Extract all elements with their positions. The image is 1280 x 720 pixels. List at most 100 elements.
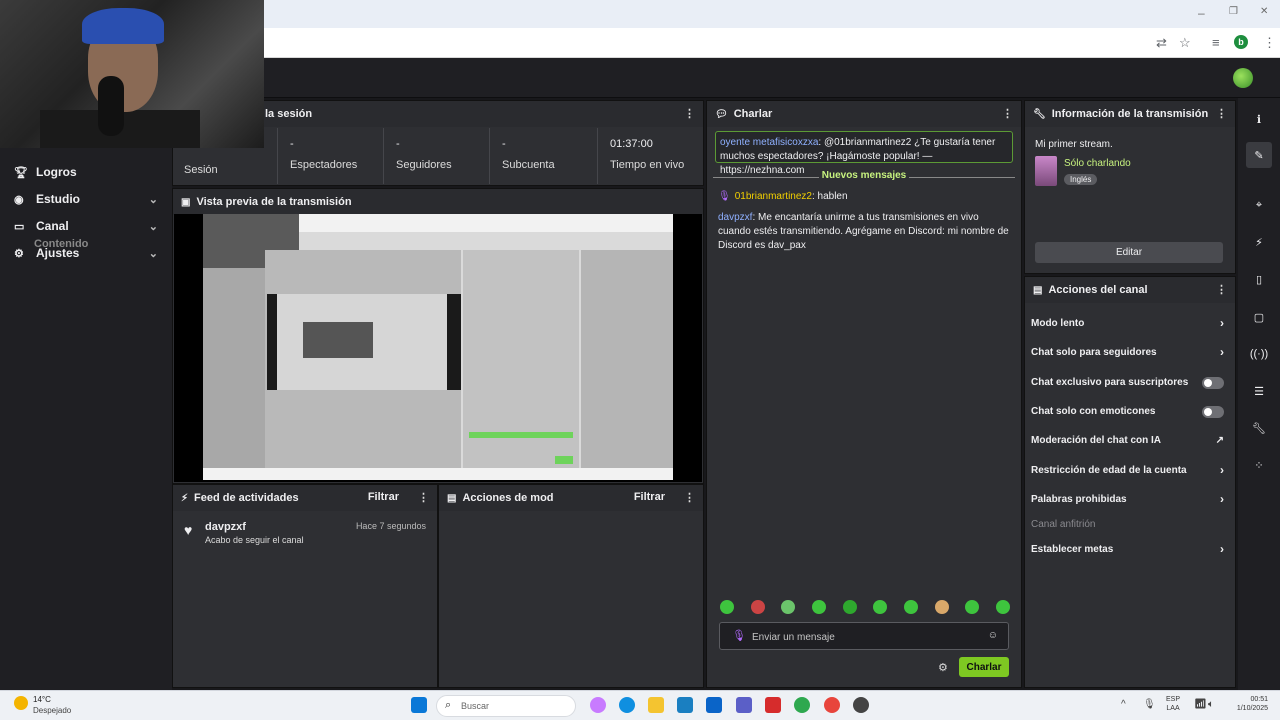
activity-panel: ⚡︎ Feed de actividades Filtrar ⋮ bbox=[172, 484, 438, 688]
list-icon[interactable]: ☰ bbox=[1246, 378, 1272, 404]
taskbar-clock[interactable]: 00:51 1/10/2025 bbox=[1222, 695, 1268, 713]
sidebar-item-canal[interactable]: ▭ Canal ⌄ bbox=[0, 213, 172, 239]
emote-icon[interactable] bbox=[720, 600, 734, 614]
weather-sun-icon[interactable] bbox=[14, 696, 28, 710]
taskbar-search[interactable]: ⌕ Buscar bbox=[436, 695, 576, 717]
action-palabras-prohibidas[interactable]: Palabras prohibidas › bbox=[1024, 489, 1234, 513]
language-tag: Inglés bbox=[1064, 174, 1098, 185]
chevron-down-icon: ⌄ bbox=[148, 193, 158, 206]
emote-icon[interactable] bbox=[781, 600, 796, 614]
webcam-microphone bbox=[98, 76, 124, 136]
emote-icon[interactable] bbox=[965, 600, 980, 614]
bolt-icon[interactable]: ⚡︎ bbox=[1246, 229, 1272, 255]
profile-avatar[interactable]: b bbox=[1234, 35, 1248, 49]
subscribers-only-toggle[interactable] bbox=[1202, 377, 1224, 389]
close-icon[interactable]: ✕ bbox=[1260, 6, 1268, 17]
stat-value: - bbox=[502, 138, 506, 150]
focus-icon[interactable]: ⌖ bbox=[1246, 192, 1272, 218]
action-modo-lento[interactable]: Modo lento › bbox=[1024, 313, 1234, 337]
stream-preview[interactable] bbox=[174, 214, 702, 482]
translate-icon[interactable]: ⇄ bbox=[1156, 35, 1167, 51]
apps-icon[interactable]: ⁘ bbox=[1246, 452, 1272, 478]
chat-settings-gear-icon[interactable]: ⚙ bbox=[938, 661, 948, 674]
maximize-icon[interactable]: ❐ bbox=[1229, 6, 1238, 17]
more-icon[interactable]: ⋮ bbox=[1216, 283, 1227, 296]
chat-panel-header: 💬︎ Charlar ⋮ bbox=[707, 101, 1021, 127]
edit-stream-info-button[interactable]: Editar bbox=[1035, 242, 1223, 263]
more-icon[interactable]: ⋮ bbox=[684, 491, 695, 504]
edge-icon[interactable] bbox=[619, 697, 635, 713]
sidebar-item-logros[interactable]: 🏆︎ Logros bbox=[0, 159, 172, 185]
outlook-icon[interactable] bbox=[706, 697, 722, 713]
emote-icon[interactable] bbox=[811, 600, 826, 614]
more-icon[interactable]: ⋮ bbox=[1216, 107, 1227, 120]
wrench-icon: 🔧︎ bbox=[1033, 108, 1046, 120]
activity-user[interactable]: davpzxf bbox=[205, 521, 246, 533]
obs-icon[interactable] bbox=[853, 697, 869, 713]
microphone-icon[interactable]: 🎙︎ bbox=[1143, 699, 1156, 710]
more-icon[interactable]: ⋮ bbox=[418, 491, 429, 504]
stat-value: 01:37:00 bbox=[610, 138, 653, 150]
chat-username[interactable]: davpzxf bbox=[718, 212, 752, 223]
session-title: la sesión bbox=[265, 108, 313, 120]
chat-title: Charlar bbox=[733, 108, 773, 120]
action-establecer-metas[interactable]: Establecer metas › bbox=[1024, 539, 1234, 563]
sidebar-item-ajustes[interactable]: ⚙ Ajustes ⌄ bbox=[0, 240, 172, 266]
app-sp-icon[interactable] bbox=[765, 697, 781, 713]
emote-icon[interactable] bbox=[873, 600, 888, 614]
file-explorer-icon[interactable] bbox=[648, 697, 664, 713]
bookmark-star-icon[interactable]: ☆ bbox=[1179, 35, 1191, 51]
list-item: ♥ davpzxf Acabo de seguir el canal Hace … bbox=[174, 520, 436, 550]
chat-message-input[interactable] bbox=[752, 629, 982, 645]
info-icon[interactable]: ℹ bbox=[1246, 106, 1272, 132]
chrome-icon[interactable] bbox=[824, 697, 840, 713]
new-messages-divider[interactable]: Nuevos mensajes bbox=[713, 170, 1015, 184]
emote-only-toggle[interactable] bbox=[1202, 406, 1224, 418]
broadcast-icon[interactable]: ((·)) bbox=[1246, 341, 1272, 367]
reading-list-icon[interactable]: ≡ bbox=[1212, 35, 1220, 50]
emote-icon[interactable] bbox=[934, 600, 949, 614]
chat-username[interactable]: 01brianmartinez2 bbox=[735, 191, 812, 202]
minimize-icon[interactable]: – bbox=[1198, 6, 1205, 20]
emote-icon[interactable] bbox=[750, 600, 765, 614]
emote-icon[interactable] bbox=[842, 600, 857, 614]
action-moderacion-ia[interactable]: Moderación del chat con IA ↗ bbox=[1024, 430, 1234, 454]
user-avatar[interactable] bbox=[1233, 68, 1253, 88]
trophy-icon: 🏆︎ bbox=[14, 166, 28, 179]
store-icon[interactable] bbox=[677, 697, 693, 713]
mod-filter-button[interactable]: Filtrar bbox=[634, 491, 665, 503]
chat-username[interactable]: oyente metafisicoxzxa bbox=[720, 137, 818, 148]
emote-icon[interactable] bbox=[995, 600, 1010, 614]
chat-send-button[interactable]: Charlar bbox=[959, 657, 1009, 677]
more-icon[interactable]: ⋮ bbox=[1002, 107, 1013, 120]
wrench-icon[interactable]: 🔧︎ bbox=[1246, 415, 1272, 441]
activity-filter-button[interactable]: Filtrar bbox=[368, 491, 399, 503]
app-green-icon[interactable] bbox=[794, 697, 810, 713]
more-icon[interactable]: ⋮ bbox=[684, 107, 695, 120]
chat-bubble-icon[interactable]: ▢ bbox=[1246, 304, 1272, 330]
copilot-icon[interactable] bbox=[590, 697, 606, 713]
action-label: Chat solo para seguidores bbox=[1031, 347, 1157, 358]
teams-icon[interactable] bbox=[736, 697, 752, 713]
document-icon[interactable]: ▯ bbox=[1246, 266, 1272, 292]
external-link-icon: ↗ bbox=[1215, 435, 1224, 446]
input-language[interactable]: ESP LAA bbox=[1166, 695, 1180, 713]
emoji-icon[interactable]: ☺ bbox=[988, 630, 998, 641]
chevron-up-icon[interactable]: ^ bbox=[1121, 699, 1126, 710]
edit-pencil-icon[interactable]: ✎ bbox=[1246, 142, 1272, 168]
windows-start-icon[interactable] bbox=[411, 697, 427, 713]
wifi-icon[interactable]: 📶︎ bbox=[1194, 699, 1207, 710]
stat-value: - bbox=[396, 138, 400, 150]
stream-category[interactable]: Sólo charlando bbox=[1064, 158, 1131, 169]
action-chat-seguidores[interactable]: Chat solo para seguidores › bbox=[1024, 342, 1234, 366]
browser-menu-icon[interactable]: ⋮ bbox=[1263, 35, 1276, 51]
microphone-icon[interactable]: 🎙︎ bbox=[732, 629, 746, 642]
preview-chat-column bbox=[463, 250, 579, 480]
volume-icon[interactable]: 🔈︎ bbox=[1208, 699, 1214, 710]
emote-icon[interactable] bbox=[903, 600, 918, 614]
action-label: Canal anfitrión bbox=[1031, 519, 1096, 530]
mod-title: Acciones de mod bbox=[462, 492, 554, 504]
action-restriccion-edad[interactable]: Restricción de edad de la cuenta › bbox=[1024, 460, 1234, 484]
channel-actions-title: Acciones del canal bbox=[1048, 284, 1148, 296]
sidebar-item-estudio[interactable]: ◉ Estudio ⌄ bbox=[0, 186, 172, 212]
